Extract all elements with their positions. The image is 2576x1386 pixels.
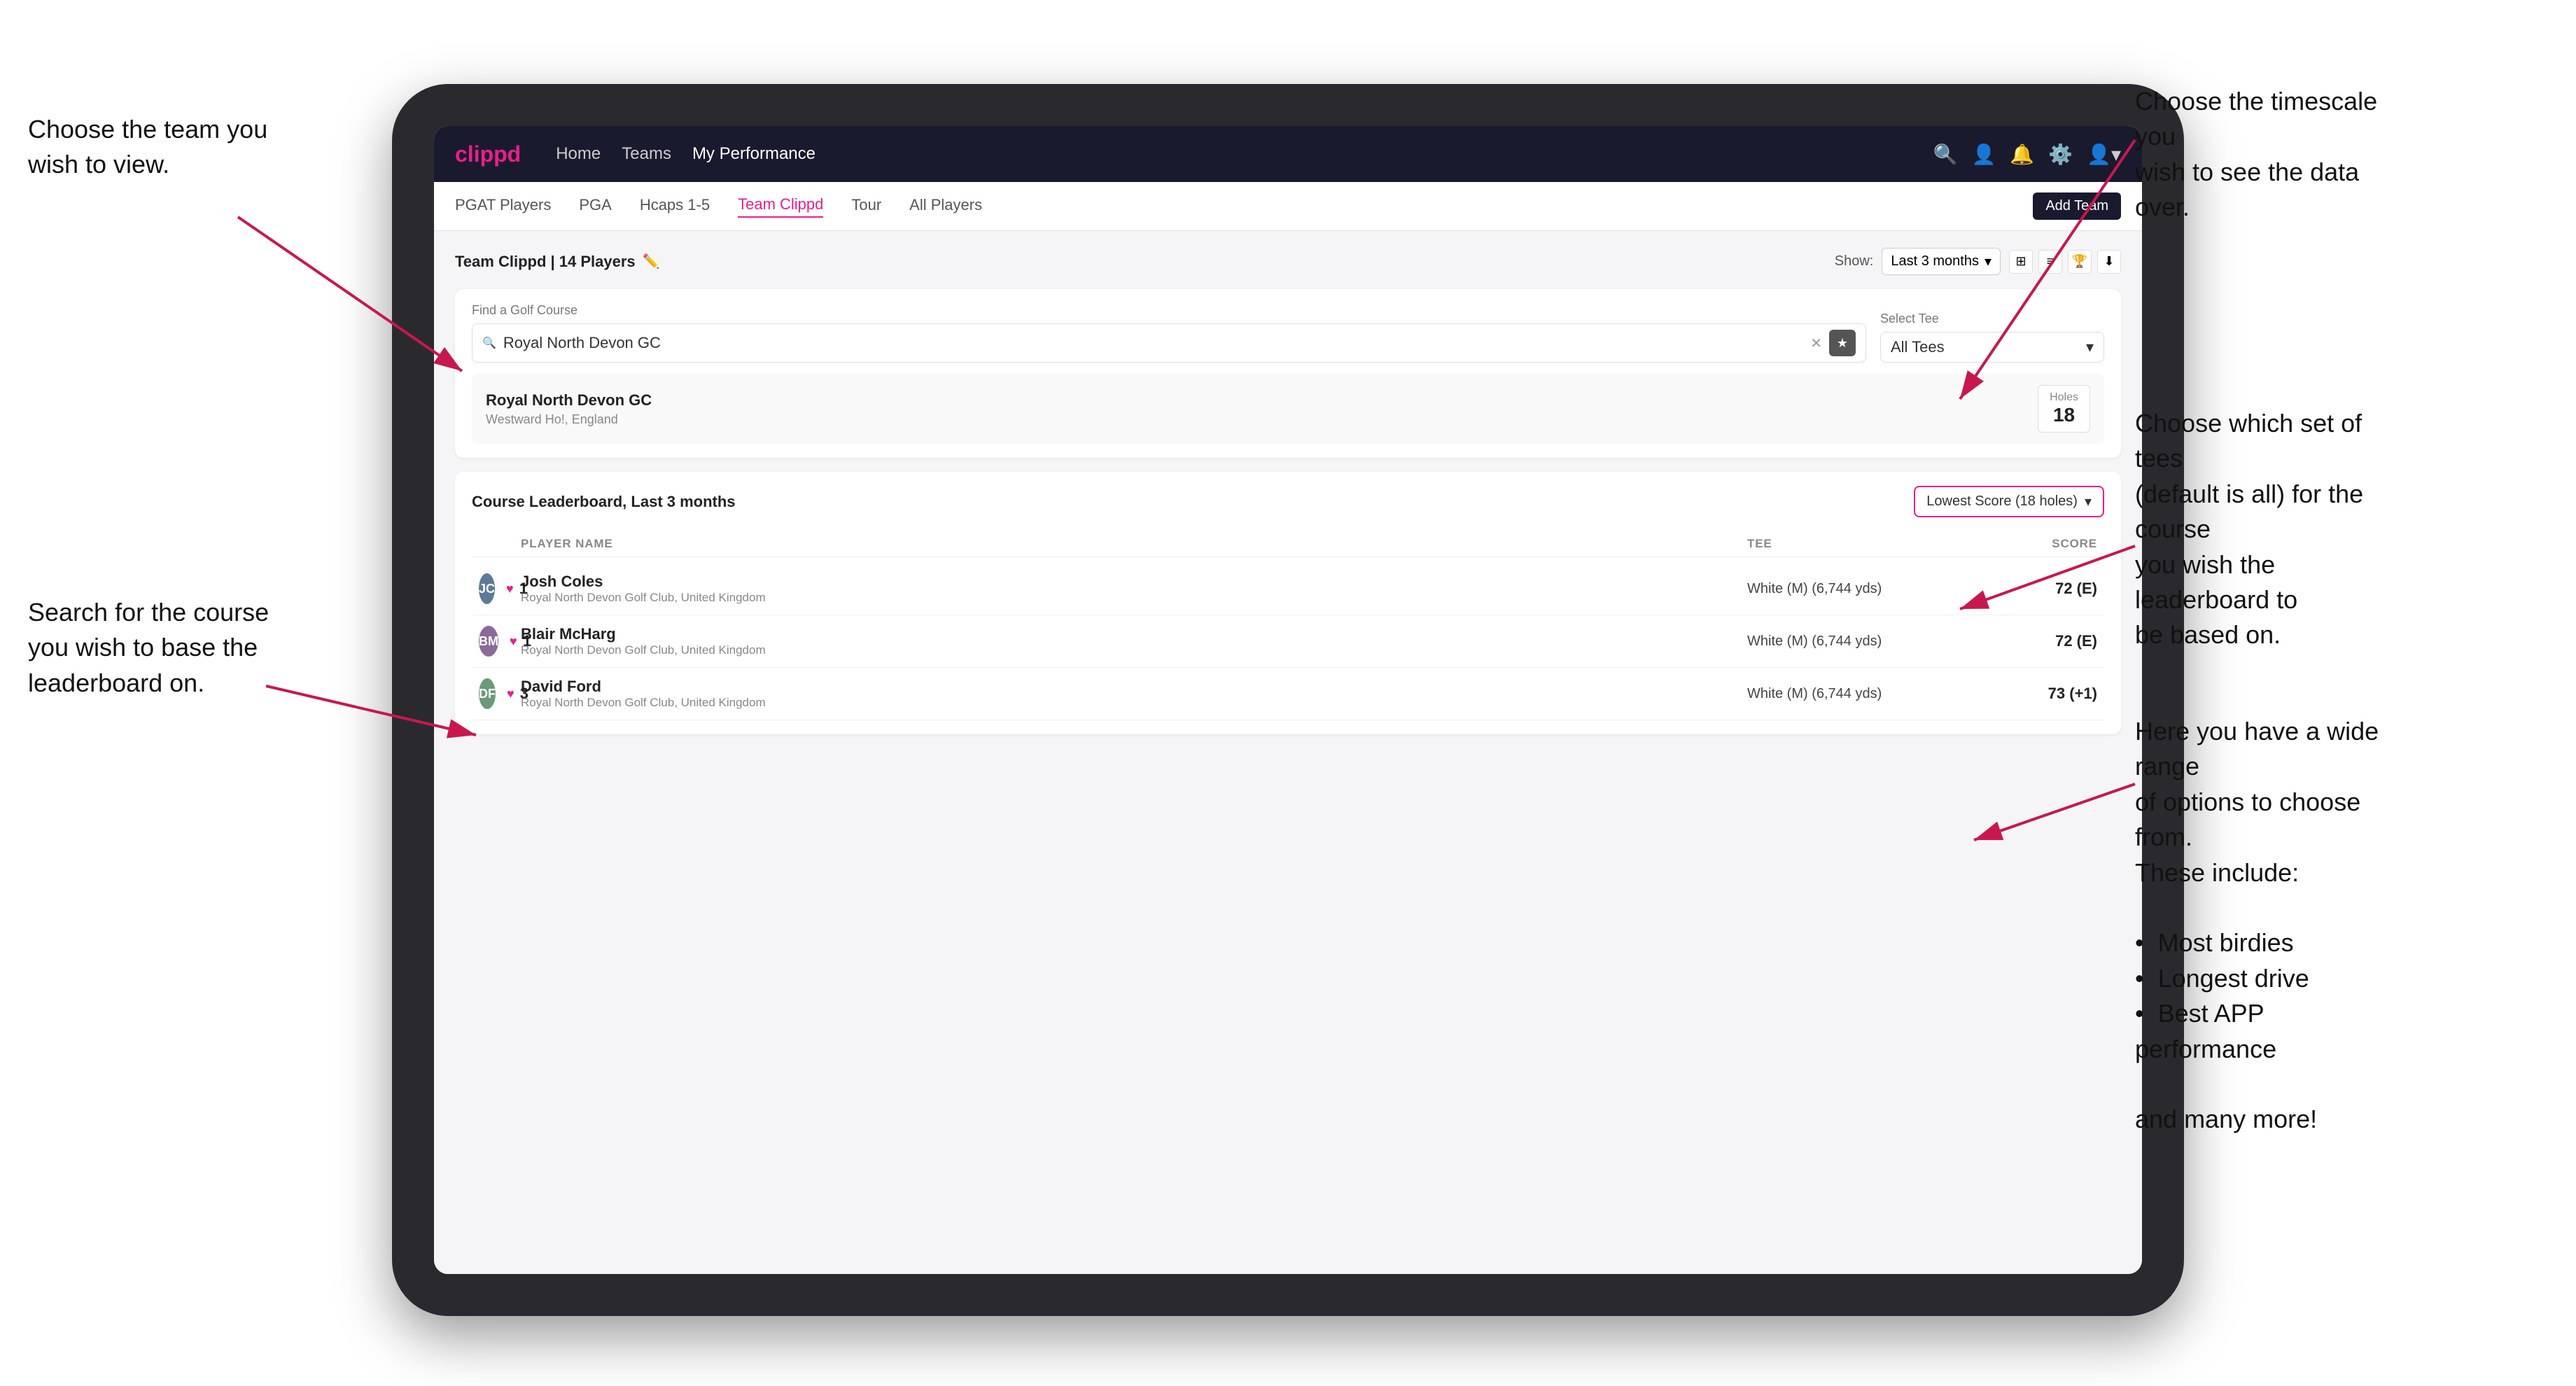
user-icon[interactable]: 👤: [1971, 143, 1996, 166]
search-icon: 🔍: [482, 336, 496, 350]
search-section: Find a Golf Course 🔍 ✕ ★ Select Tee All …: [455, 289, 2121, 458]
bell-icon[interactable]: 🔔: [2010, 143, 2034, 166]
search-row: Find a Golf Course 🔍 ✕ ★ Select Tee All …: [472, 303, 2104, 363]
search-input[interactable]: [503, 334, 1803, 352]
annotation-course: Search for the courseyou wish to base th…: [28, 595, 269, 701]
score-col-header: SCORE: [1957, 537, 2097, 551]
clear-button[interactable]: ✕: [1810, 335, 1822, 352]
subnav-all-players[interactable]: All Players: [909, 196, 982, 217]
navbar: clippd Home Teams My Performance 🔍 👤 🔔 ⚙…: [434, 126, 2142, 182]
subnav-team-clippd[interactable]: Team Clippd: [738, 195, 823, 218]
main-content: Team Clippd | 14 Players ✏️ Show: Last 3…: [434, 231, 2142, 1274]
holes-number: 18: [2050, 404, 2078, 426]
table-row: JC ♥ 1 Josh Coles Royal North Devon Golf…: [472, 563, 2104, 615]
team-header: Team Clippd | 14 Players ✏️ Show: Last 3…: [455, 248, 2121, 275]
chevron-down-icon: ▾: [2085, 493, 2092, 510]
leaderboard-header: Course Leaderboard, Last 3 months Lowest…: [472, 486, 2104, 517]
leaderboard-table-header: PLAYER NAME TEE SCORE: [472, 531, 2104, 557]
course-name: Royal North Devon GC: [486, 391, 652, 410]
heart-icon: ♥: [506, 582, 514, 596]
chevron-down-icon: ▾: [2086, 338, 2094, 356]
tablet-frame: clippd Home Teams My Performance 🔍 👤 🔔 ⚙…: [392, 84, 2184, 1316]
player-details: Josh Coles Royal North Devon Golf Club, …: [521, 573, 766, 605]
nav-teams[interactable]: Teams: [622, 144, 671, 164]
annotation-tees: Choose which set of tees(default is all)…: [2135, 406, 2401, 653]
tee-value: White (M) (6,744 yds): [1747, 581, 1957, 597]
table-row: DF ♥ 3 David Ford Royal North Devon Golf…: [472, 668, 2104, 720]
account-icon[interactable]: 👤▾: [2087, 143, 2121, 166]
course-result: Royal North Devon GC Westward Ho!, Engla…: [472, 374, 2104, 444]
avatar: DF: [479, 678, 496, 709]
player-info: Josh Coles Royal North Devon Golf Club, …: [521, 573, 1747, 605]
grid-view-icon[interactable]: ⊞: [2009, 250, 2033, 274]
course-search-field: Find a Golf Course 🔍 ✕ ★: [472, 303, 1866, 363]
list-view-icon[interactable]: ≡: [2038, 250, 2062, 274]
select-tee-label: Select Tee: [1880, 312, 2104, 326]
subnav: PGAT Players PGA Hcaps 1-5 Team Clippd T…: [434, 182, 2142, 231]
nav-logo: clippd: [455, 141, 521, 167]
heart-icon: ♥: [510, 634, 517, 649]
settings-icon[interactable]: ⚙️: [2048, 143, 2073, 166]
annotation-options: Here you have a wide rangeof options to …: [2135, 714, 2401, 1138]
tee-field: Select Tee All Tees ▾: [1880, 312, 2104, 363]
subnav-tour[interactable]: Tour: [851, 196, 881, 217]
find-course-label: Find a Golf Course: [472, 303, 1866, 318]
player-info: Blair McHarg Royal North Devon Golf Club…: [521, 625, 1747, 657]
search-input-wrap: 🔍 ✕ ★: [472, 323, 1866, 363]
player-club: Royal North Devon Golf Club, United King…: [521, 696, 766, 710]
subnav-pga[interactable]: PGA: [579, 196, 611, 217]
view-icons: ⊞ ≡ 🏆 ⬇: [2009, 250, 2121, 274]
chevron-down-icon: ▾: [1984, 253, 1991, 270]
leaderboard-title: Course Leaderboard, Last 3 months: [472, 493, 736, 511]
player-name: David Ford: [521, 678, 766, 696]
player-col-header: PLAYER NAME: [521, 537, 1747, 551]
leaderboard-section: Course Leaderboard, Last 3 months Lowest…: [455, 472, 2121, 734]
score-value: 72 (E): [1957, 632, 2097, 650]
player-details: David Ford Royal North Devon Golf Club, …: [521, 678, 766, 710]
tee-dropdown[interactable]: All Tees ▾: [1880, 332, 2104, 363]
tee-value: White (M) (6,744 yds): [1747, 634, 1957, 650]
show-label: Show:: [1835, 253, 1874, 270]
time-dropdown[interactable]: Last 3 months ▾: [1882, 248, 2001, 275]
subnav-pgat[interactable]: PGAT Players: [455, 196, 551, 217]
course-location: Westward Ho!, England: [486, 412, 652, 427]
holes-badge: Holes 18: [2038, 385, 2090, 433]
score-value: 72 (E): [1957, 580, 2097, 598]
show-controls: Show: Last 3 months ▾ ⊞ ≡ 🏆 ⬇: [1835, 248, 2121, 275]
edit-icon[interactable]: ✏️: [643, 253, 660, 270]
holes-label: Holes: [2050, 391, 2078, 404]
heart-icon: ♥: [507, 687, 514, 701]
add-team-button[interactable]: Add Team: [2033, 192, 2121, 220]
team-title: Team Clippd | 14 Players: [455, 253, 636, 271]
annotation-timescale: Choose the timescale youwish to see the …: [2135, 84, 2401, 225]
rank-2: BM ♥ 1: [479, 626, 521, 657]
nav-links: Home Teams My Performance: [556, 144, 1912, 164]
rank-3: DF ♥ 3: [479, 678, 521, 709]
trophy-icon[interactable]: 🏆: [2068, 250, 2092, 274]
player-club: Royal North Devon Golf Club, United King…: [521, 643, 766, 657]
player-details: Blair McHarg Royal North Devon Golf Club…: [521, 625, 766, 657]
download-icon[interactable]: ⬇: [2097, 250, 2121, 274]
nav-home[interactable]: Home: [556, 144, 601, 164]
player-name: Blair McHarg: [521, 625, 766, 643]
score-value: 73 (+1): [1957, 685, 2097, 703]
player-name: Josh Coles: [521, 573, 766, 591]
score-type-dropdown[interactable]: Lowest Score (18 holes) ▾: [1914, 486, 2104, 517]
player-info: David Ford Royal North Devon Golf Club, …: [521, 678, 1747, 710]
favorite-button[interactable]: ★: [1829, 330, 1856, 356]
nav-icons: 🔍 👤 🔔 ⚙️ 👤▾: [1933, 143, 2121, 166]
subnav-hcaps[interactable]: Hcaps 1-5: [640, 196, 710, 217]
table-row: BM ♥ 1 Blair McHarg Royal North Devon Go…: [472, 615, 2104, 668]
player-club: Royal North Devon Golf Club, United King…: [521, 591, 766, 605]
nav-my-performance[interactable]: My Performance: [692, 144, 816, 164]
tee-col-header: TEE: [1747, 537, 1957, 551]
rank-1: JC ♥ 1: [479, 573, 521, 604]
avatar: JC: [479, 573, 495, 604]
annotation-team: Choose the team youwish to view.: [28, 112, 267, 183]
course-info: Royal North Devon GC Westward Ho!, Engla…: [486, 391, 652, 427]
search-icon[interactable]: 🔍: [1933, 143, 1958, 166]
tee-value: White (M) (6,744 yds): [1747, 686, 1957, 702]
tablet-screen: clippd Home Teams My Performance 🔍 👤 🔔 ⚙…: [434, 126, 2142, 1274]
avatar: BM: [479, 626, 498, 657]
